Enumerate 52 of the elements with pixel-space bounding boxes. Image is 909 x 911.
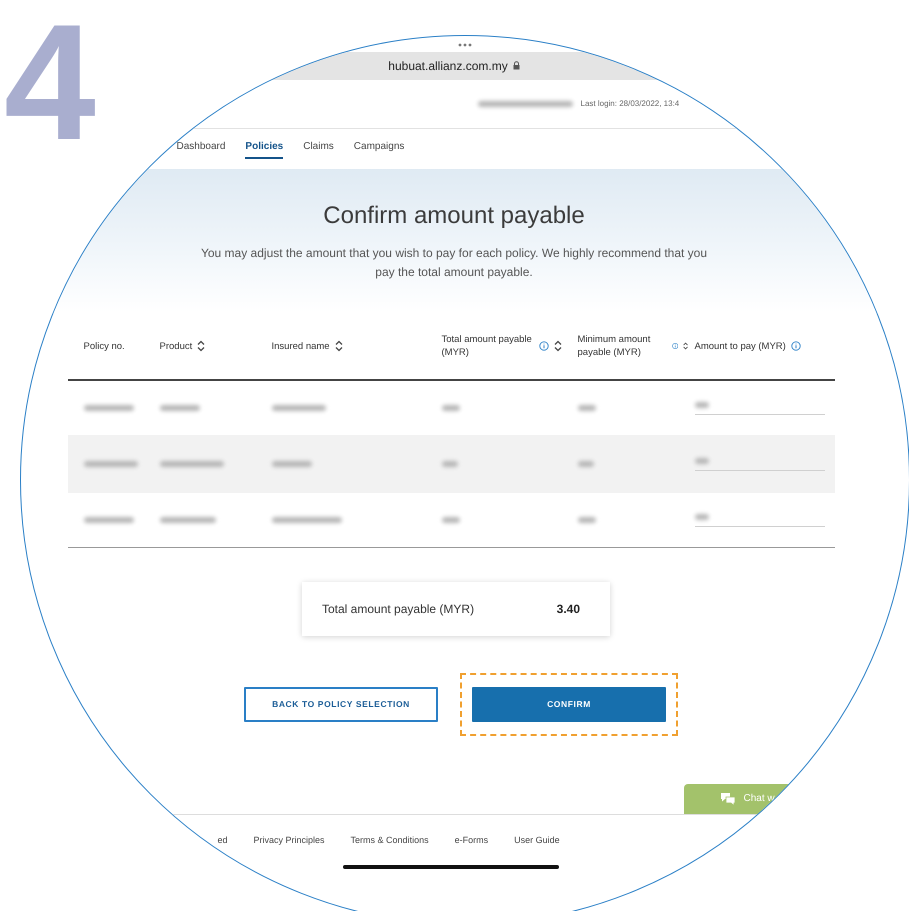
total-label: Total amount payable (MYR) — [322, 602, 474, 616]
redacted-text — [272, 460, 312, 466]
redacted-text — [84, 516, 134, 522]
chat-icon — [720, 792, 736, 806]
last-login-text: Last login: 28/03/2022, 13:4 — [580, 99, 680, 108]
amount-field[interactable] — [694, 400, 824, 415]
info-icon[interactable] — [538, 341, 548, 351]
redacted-text — [160, 404, 200, 410]
footer-link[interactable]: User Guide — [514, 834, 560, 860]
column-header[interactable]: Total amount payable (MYR) — [442, 333, 562, 359]
column-header[interactable]: Policy no. — [84, 340, 125, 352]
column-header[interactable]: Product — [160, 340, 206, 352]
url-text: hubuat.allianz.com.my — [388, 58, 508, 72]
sort-icon[interactable] — [554, 340, 562, 352]
column-header[interactable]: Minimum amount payable (MYR) — [578, 333, 688, 359]
nav-tab[interactable]: Policies — [245, 140, 284, 158]
back-button[interactable]: BACK TO POLICY SELECTION — [244, 686, 438, 722]
redacted-text — [84, 460, 138, 466]
lock-icon — [512, 61, 520, 70]
step-number: 4 — [4, 0, 96, 165]
footer-link[interactable]: ed — [218, 834, 228, 860]
info-icon[interactable] — [790, 341, 801, 351]
info-icon[interactable] — [672, 341, 678, 351]
sort-icon[interactable] — [683, 340, 688, 352]
total-value: 3.40 — [556, 602, 580, 616]
nav-tab[interactable]: Claims — [303, 140, 334, 156]
redacted-text — [84, 404, 134, 410]
redacted-text — [160, 460, 224, 466]
amount-field[interactable] — [694, 512, 824, 527]
more-icon — [458, 42, 472, 46]
sort-icon[interactable] — [197, 340, 206, 352]
redacted-text — [442, 404, 460, 410]
redacted-text — [272, 404, 326, 410]
footer-link[interactable]: Privacy Principles — [254, 834, 325, 860]
column-header[interactable]: Insured name — [272, 340, 343, 352]
nav-tab[interactable]: Dashboard — [176, 140, 226, 156]
amount-field[interactable] — [694, 456, 824, 471]
column-header[interactable]: Amount to pay (MYR) — [694, 340, 801, 352]
redacted-text — [578, 516, 596, 522]
redacted-text — [442, 460, 458, 466]
confirm-button[interactable]: CONFIRM — [472, 686, 666, 722]
redacted-text — [442, 516, 460, 522]
footer-link[interactable]: e-Forms — [454, 834, 488, 860]
redacted-text — [578, 404, 596, 410]
page-title: Confirm amount payable — [322, 202, 586, 230]
redacted-text — [578, 460, 594, 466]
nav-tab[interactable]: Campaigns — [354, 140, 404, 156]
sort-icon[interactable] — [334, 340, 343, 352]
redacted-text — [160, 516, 216, 522]
redacted-text — [272, 516, 342, 522]
subtitle-text: You may adjust the amount that you wish to pay for each policy. We highly recommend that you pay the total amount payable. — [200, 244, 708, 280]
footer-link[interactable]: Terms & Conditions — [350, 834, 429, 860]
